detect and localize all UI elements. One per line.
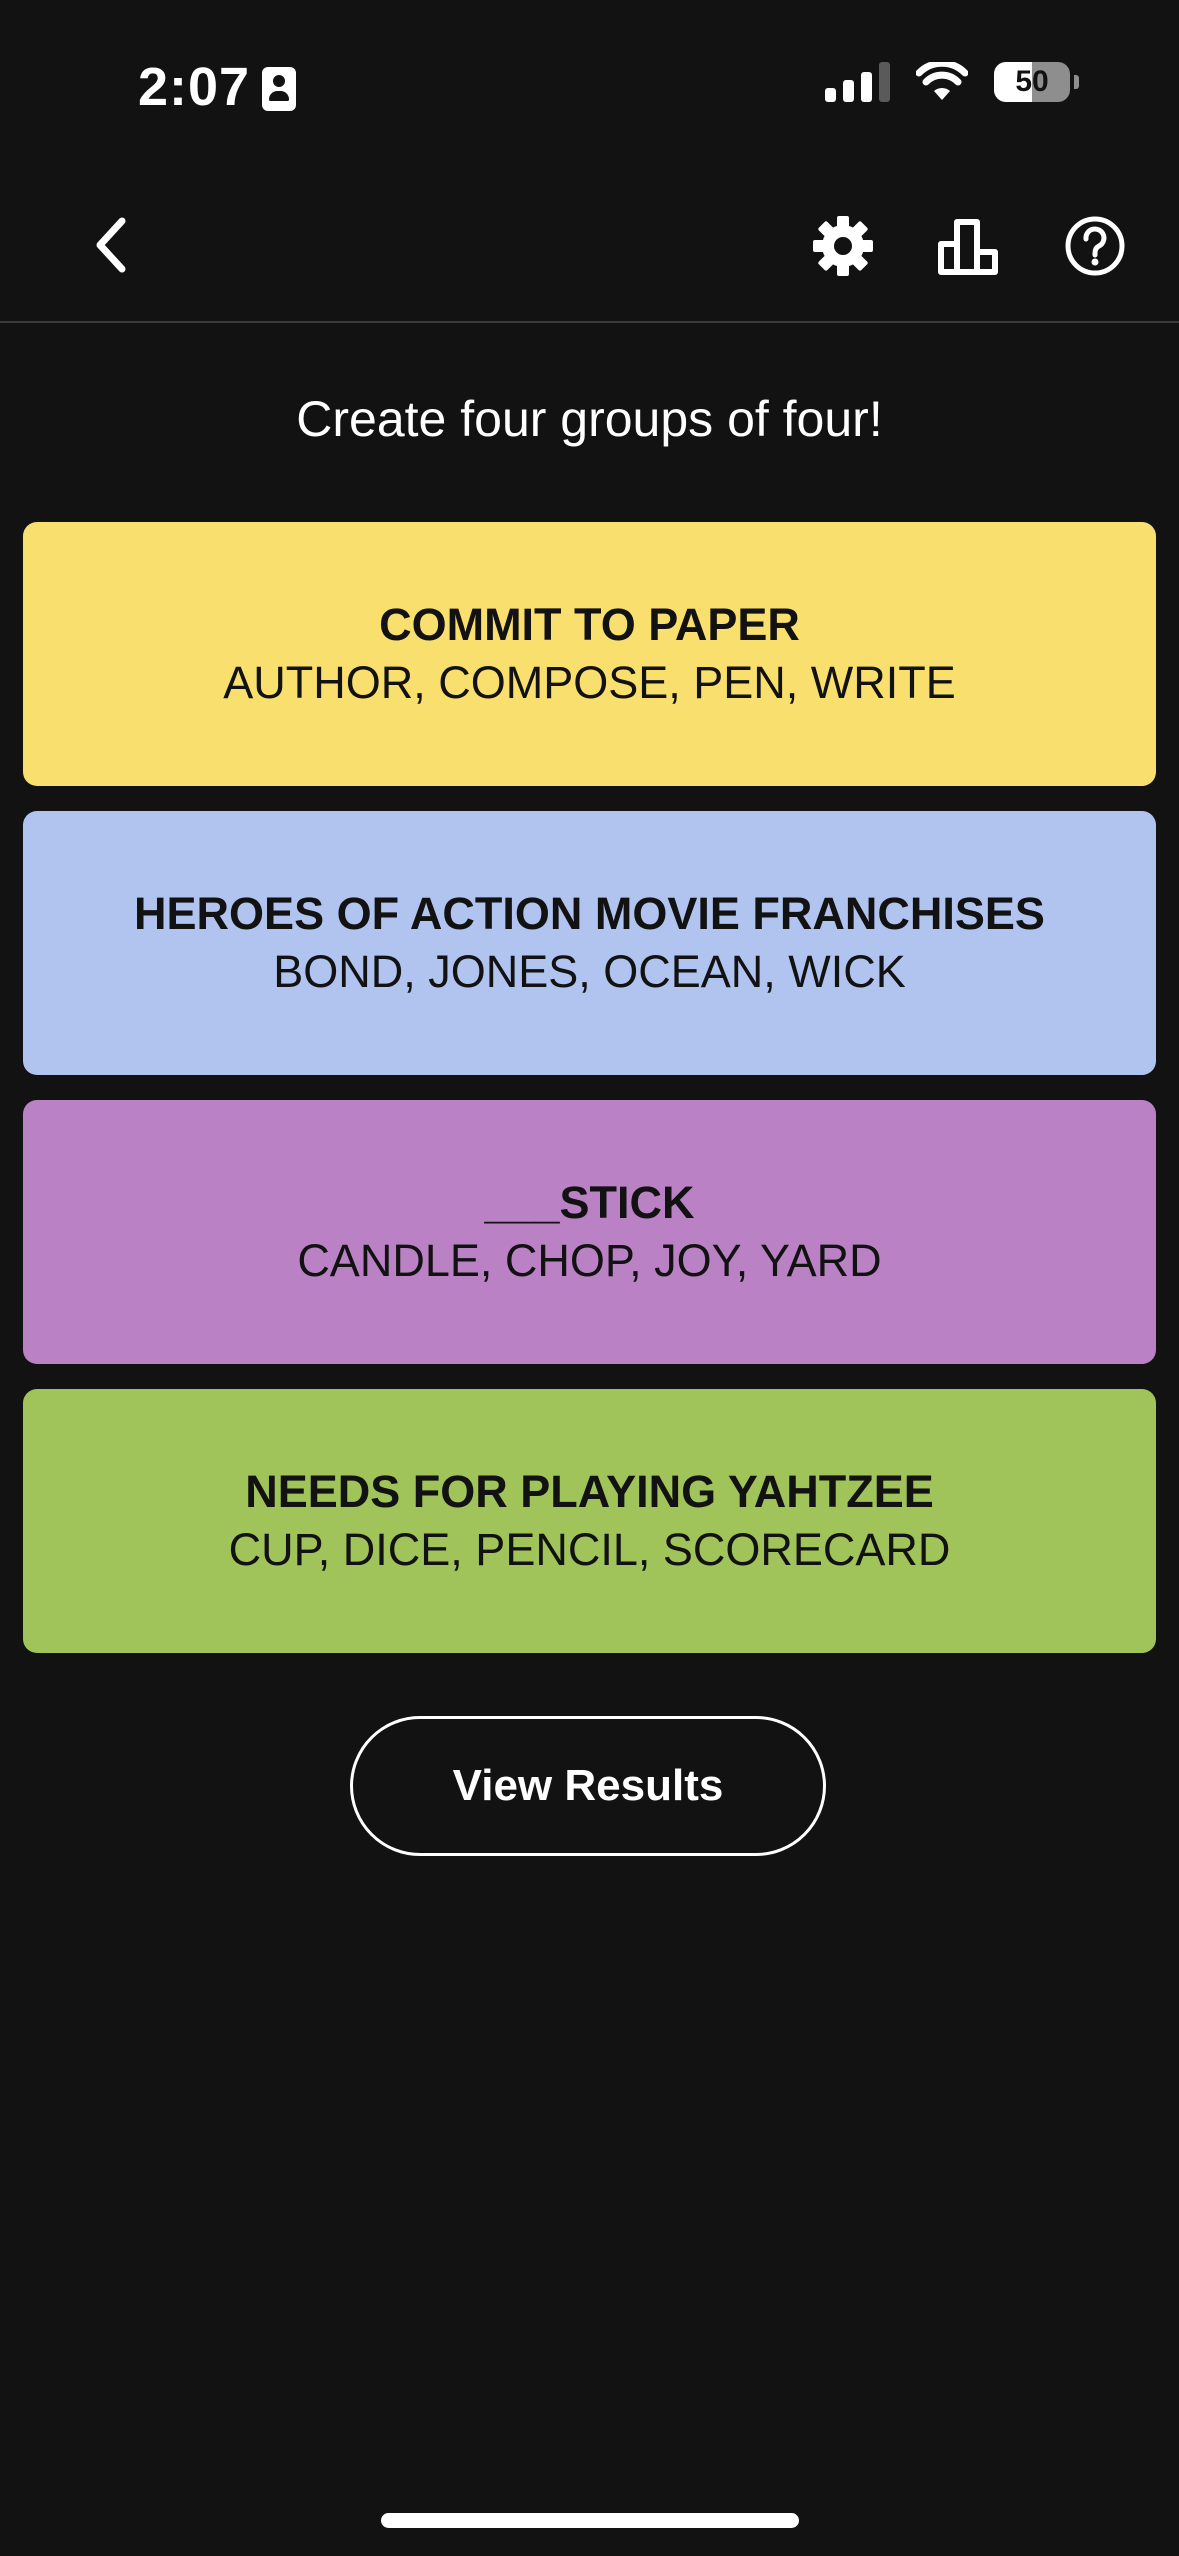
battery-level: 50 (1015, 65, 1049, 98)
group-title: HEROES OF ACTION MOVIE FRANCHISES (134, 888, 1045, 939)
group-words: CANDLE, CHOP, JOY, YARD (297, 1235, 882, 1286)
view-results-button[interactable]: View Results (350, 1716, 826, 1856)
group-card: COMMIT TO PAPER AUTHOR, COMPOSE, PEN, WR… (23, 522, 1156, 786)
group-title: ___STICK (484, 1177, 695, 1228)
chevron-left-icon (90, 215, 130, 280)
status-indicators: 50 (825, 62, 1079, 102)
wifi-icon (916, 62, 968, 102)
puzzle-prompt: Create four groups of four! (296, 391, 883, 447)
back-button[interactable] (78, 207, 142, 287)
settings-button[interactable] (808, 213, 878, 283)
gear-icon (812, 215, 874, 282)
group-words: CUP, DICE, PENCIL, SCORECARD (228, 1524, 951, 1575)
stats-button[interactable] (934, 213, 1004, 283)
bar-chart-icon (937, 216, 1001, 281)
solved-groups: COMMIT TO PAPER AUTHOR, COMPOSE, PEN, WR… (23, 522, 1156, 1678)
cellular-signal-icon (825, 62, 890, 102)
group-title: COMMIT TO PAPER (379, 599, 800, 650)
group-title: NEEDS FOR PLAYING YAHTZEE (245, 1466, 934, 1517)
group-card: ___STICK CANDLE, CHOP, JOY, YARD (23, 1100, 1156, 1364)
question-circle-icon (1064, 215, 1126, 282)
nav-bar (0, 175, 1179, 323)
group-words: BOND, JONES, OCEAN, WICK (273, 946, 906, 997)
status-time: 2:07 (138, 57, 251, 117)
battery-icon: 50 (994, 62, 1070, 102)
contact-card-icon (262, 67, 297, 111)
group-words: AUTHOR, COMPOSE, PEN, WRITE (223, 657, 956, 708)
status-time-group: 2:07 (138, 56, 297, 118)
group-card: HEROES OF ACTION MOVIE FRANCHISES BOND, … (23, 811, 1156, 1075)
help-button[interactable] (1060, 213, 1130, 283)
status-bar: 2:07 50 (0, 0, 1179, 175)
group-card: NEEDS FOR PLAYING YAHTZEE CUP, DICE, PEN… (23, 1389, 1156, 1653)
battery-tip (1074, 75, 1079, 89)
home-indicator (381, 2513, 799, 2528)
